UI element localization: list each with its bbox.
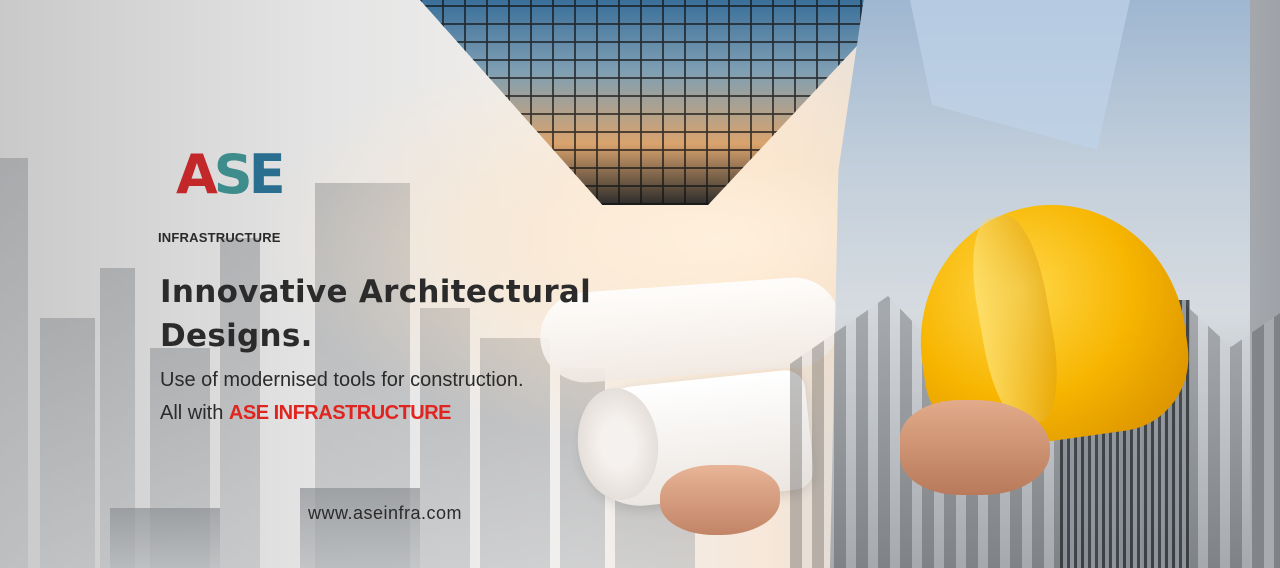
website-link[interactable]: www.aseinfra.com: [308, 503, 462, 524]
headline-line2: Designs.: [160, 318, 313, 354]
hand-image: [900, 400, 1050, 495]
company-logo: ASE INFRASTRUCTURE: [158, 148, 286, 248]
logo-mark: ASE: [176, 143, 286, 206]
headline-line1: Innovative Architectural: [160, 274, 592, 310]
tagline: Use of modernised tools for construction…: [160, 369, 524, 391]
hero-banner: ASE INFRASTRUCTURE Innovative Architectu…: [0, 0, 1280, 568]
page-title: Innovative Architectural Designs.: [160, 270, 630, 358]
logo-subtitle: INFRASTRUCTURE: [158, 230, 281, 245]
brand-name: ASE INFRASTRUCTURE: [228, 402, 452, 424]
hand-image: [660, 465, 780, 535]
tagline-brand-line: All with ASE INFRASTRUCTURE: [160, 402, 452, 424]
worker-photo: [660, 0, 1280, 568]
